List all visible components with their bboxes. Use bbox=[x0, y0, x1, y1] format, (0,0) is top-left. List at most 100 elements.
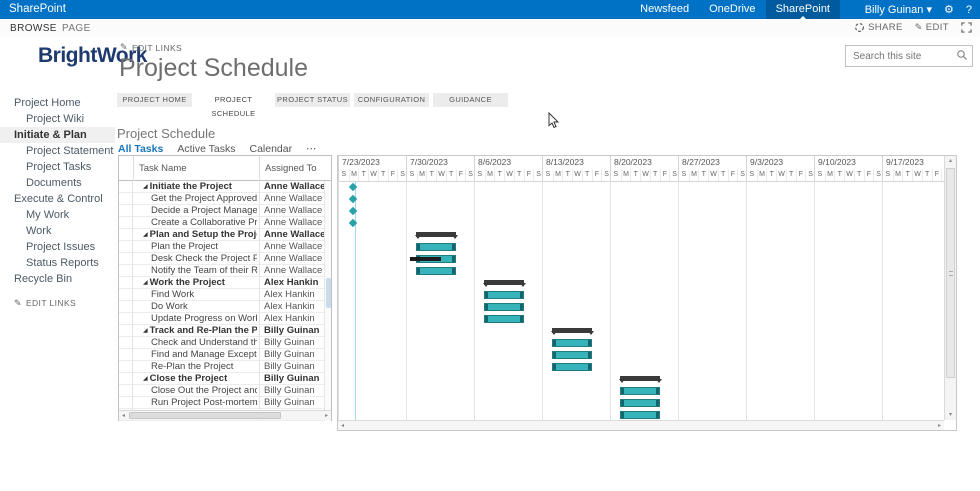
row-selector-cell[interactable] bbox=[119, 217, 133, 229]
edit-links-top[interactable]: ✎ EDIT LINKS bbox=[120, 42, 182, 53]
sidebar-item-status-reports[interactable]: Status Reports bbox=[0, 255, 115, 271]
row-selector-cell[interactable] bbox=[119, 265, 133, 277]
gear-icon[interactable]: ⚙ bbox=[944, 3, 954, 16]
task-name-cell[interactable]: Run Project Post-mortem and Track bbox=[133, 397, 257, 409]
sidebar-item-work[interactable]: Work bbox=[0, 223, 115, 239]
task-name-cell[interactable]: Do Work bbox=[133, 301, 257, 313]
sidebar-item-project-issues[interactable]: Project Issues bbox=[0, 239, 115, 255]
row-selector-cell[interactable] bbox=[119, 289, 133, 301]
row-selector-cell[interactable] bbox=[119, 205, 133, 217]
assigned-to-cell[interactable]: Billy Guinan bbox=[259, 337, 324, 349]
task-name-cell[interactable]: ◢Initiate the Project bbox=[133, 181, 257, 193]
view--[interactable]: ⋯ bbox=[306, 143, 317, 155]
row-selector-cell[interactable] bbox=[119, 277, 133, 289]
tab-configuration[interactable]: CONFIGURATION bbox=[354, 93, 429, 107]
gantt-task-bar[interactable] bbox=[484, 315, 525, 323]
focus-mode-button[interactable] bbox=[961, 22, 972, 33]
gantt-task-bar[interactable] bbox=[552, 339, 593, 347]
collapse-icon[interactable]: ◢ bbox=[143, 376, 148, 382]
row-selector-cell[interactable] bbox=[119, 385, 133, 397]
sidebar-edit-links[interactable]: ✎EDIT LINKS bbox=[0, 295, 115, 311]
assigned-to-cell[interactable]: Billy Guinan bbox=[259, 361, 324, 373]
suite-link-sharepoint[interactable]: SharePoint bbox=[766, 0, 840, 19]
task-name-cell[interactable]: Find Work bbox=[133, 289, 257, 301]
assigned-to-cell[interactable]: Anne Wallace bbox=[259, 181, 324, 193]
assigned-to-cell[interactable]: Billy Guinan bbox=[259, 373, 324, 385]
row-selector-cell[interactable] bbox=[119, 397, 133, 409]
row-selector-cell[interactable] bbox=[119, 325, 133, 337]
row-selector-cell[interactable] bbox=[119, 253, 133, 265]
collapse-icon[interactable]: ◢ bbox=[143, 184, 148, 190]
scrollbar-thumb[interactable] bbox=[326, 278, 331, 308]
assigned-to-cell[interactable]: Anne Wallace bbox=[259, 205, 324, 217]
tab-project-home[interactable]: PROJECT HOME bbox=[117, 93, 192, 107]
scroll-right-arrow[interactable]: ▸ bbox=[322, 412, 331, 420]
tab-guidance[interactable]: GUIDANCE bbox=[433, 93, 508, 107]
gantt-summary-bar[interactable] bbox=[552, 328, 593, 333]
table-row[interactable]: ◢Work the ProjectAlex Hankin bbox=[119, 277, 324, 289]
row-selector-cell[interactable] bbox=[119, 241, 133, 253]
row-selector-cell[interactable] bbox=[119, 373, 133, 385]
column-header-assigned-to[interactable]: Assigned To bbox=[259, 156, 324, 181]
gantt-summary-bar[interactable] bbox=[620, 376, 661, 381]
tab-project-status[interactable]: PROJECT STATUS bbox=[275, 93, 350, 107]
table-row[interactable]: Run Project Post-mortem and TrackBilly G… bbox=[119, 397, 324, 409]
gantt-summary-bar[interactable] bbox=[416, 232, 457, 237]
scroll-left-arrow[interactable]: ◂ bbox=[119, 412, 128, 420]
collapse-icon[interactable]: ◢ bbox=[143, 328, 148, 334]
collapse-icon[interactable]: ◢ bbox=[143, 280, 148, 286]
row-selector-cell[interactable] bbox=[119, 193, 133, 205]
task-name-cell[interactable]: Update Progress on Work (recording bbox=[133, 313, 257, 325]
table-row[interactable]: ◢Plan and Setup the ProjectAnne Wallace bbox=[119, 229, 324, 241]
selector-column-header[interactable] bbox=[119, 156, 133, 181]
user-menu[interactable]: Billy Guinan ▾ bbox=[865, 3, 932, 16]
gantt-vertical-scrollbar[interactable]: ▴ ▾ bbox=[944, 156, 956, 420]
row-selector-cell[interactable] bbox=[119, 337, 133, 349]
task-name-cell[interactable]: Decide a Project Management Proce bbox=[133, 205, 257, 217]
table-row[interactable]: Plan the ProjectAnne Wallace bbox=[119, 241, 324, 253]
task-name-cell[interactable]: Re-Plan the Project bbox=[133, 361, 257, 373]
table-row[interactable]: Get the Project Approved, SponsoreAnne W… bbox=[119, 193, 324, 205]
row-selector-cell[interactable] bbox=[119, 361, 133, 373]
search-input[interactable] bbox=[851, 47, 955, 65]
table-row[interactable]: Find and Manage Exceptions (e.g. isBilly… bbox=[119, 349, 324, 361]
table-row[interactable]: Update Progress on Work (recordingAlex H… bbox=[119, 313, 324, 325]
gantt-task-bar[interactable] bbox=[552, 351, 593, 359]
row-selector-cell[interactable] bbox=[119, 313, 133, 325]
gantt-task-bar[interactable] bbox=[552, 363, 593, 371]
view-all-tasks[interactable]: All Tasks bbox=[118, 143, 163, 155]
assigned-to-cell[interactable]: Anne Wallace bbox=[259, 193, 324, 205]
table-row[interactable]: Close Out the Project and the ProjecBill… bbox=[119, 385, 324, 397]
row-selector-cell[interactable] bbox=[119, 181, 133, 193]
gantt-task-bar[interactable] bbox=[620, 387, 661, 395]
gantt-summary-bar[interactable] bbox=[484, 280, 525, 285]
sidebar-item-project-tasks[interactable]: Project Tasks bbox=[0, 159, 115, 175]
scrollbar-thumb[interactable] bbox=[946, 168, 955, 378]
row-selector-cell[interactable] bbox=[119, 349, 133, 361]
help-icon[interactable]: ? bbox=[966, 4, 972, 16]
table-row[interactable]: ◢Track and Re-Plan the ProjectBilly Guin… bbox=[119, 325, 324, 337]
table-horizontal-scrollbar[interactable]: ◂ ▸ bbox=[119, 410, 331, 420]
table-row[interactable]: ◢Initiate the ProjectAnne Wallace bbox=[119, 181, 324, 193]
gantt-task-bar[interactable] bbox=[620, 411, 661, 419]
assigned-to-cell[interactable]: Anne Wallace bbox=[259, 229, 324, 241]
suite-link-onedrive[interactable]: OneDrive bbox=[699, 0, 765, 19]
scroll-down-arrow[interactable]: ▾ bbox=[945, 410, 956, 420]
table-row[interactable]: Notify the Team of their ResponsibilAnne… bbox=[119, 265, 324, 277]
table-row[interactable]: ◢Close the ProjectBilly Guinan bbox=[119, 373, 324, 385]
assigned-to-cell[interactable]: Anne Wallace bbox=[259, 265, 324, 277]
assigned-to-cell[interactable]: Billy Guinan bbox=[259, 349, 324, 361]
table-row[interactable]: Create a Collaborative Project SiteAnne … bbox=[119, 217, 324, 229]
assigned-to-cell[interactable]: Billy Guinan bbox=[259, 325, 324, 337]
task-name-cell[interactable]: Create a Collaborative Project Site bbox=[133, 217, 257, 229]
row-selector-cell[interactable] bbox=[119, 301, 133, 313]
assigned-to-cell[interactable]: Billy Guinan bbox=[259, 385, 324, 397]
table-row[interactable]: Re-Plan the ProjectBilly Guinan bbox=[119, 361, 324, 373]
gantt-task-bar[interactable] bbox=[484, 303, 525, 311]
search-icon[interactable] bbox=[956, 49, 968, 61]
row-selector-cell[interactable] bbox=[119, 229, 133, 241]
sidebar-item-project-home[interactable]: Project Home bbox=[0, 95, 115, 111]
share-button[interactable]: SHARE bbox=[854, 22, 903, 33]
scroll-right-arrow[interactable]: ▸ bbox=[935, 422, 944, 430]
sidebar-item-execute-control[interactable]: Execute & Control bbox=[0, 191, 115, 207]
